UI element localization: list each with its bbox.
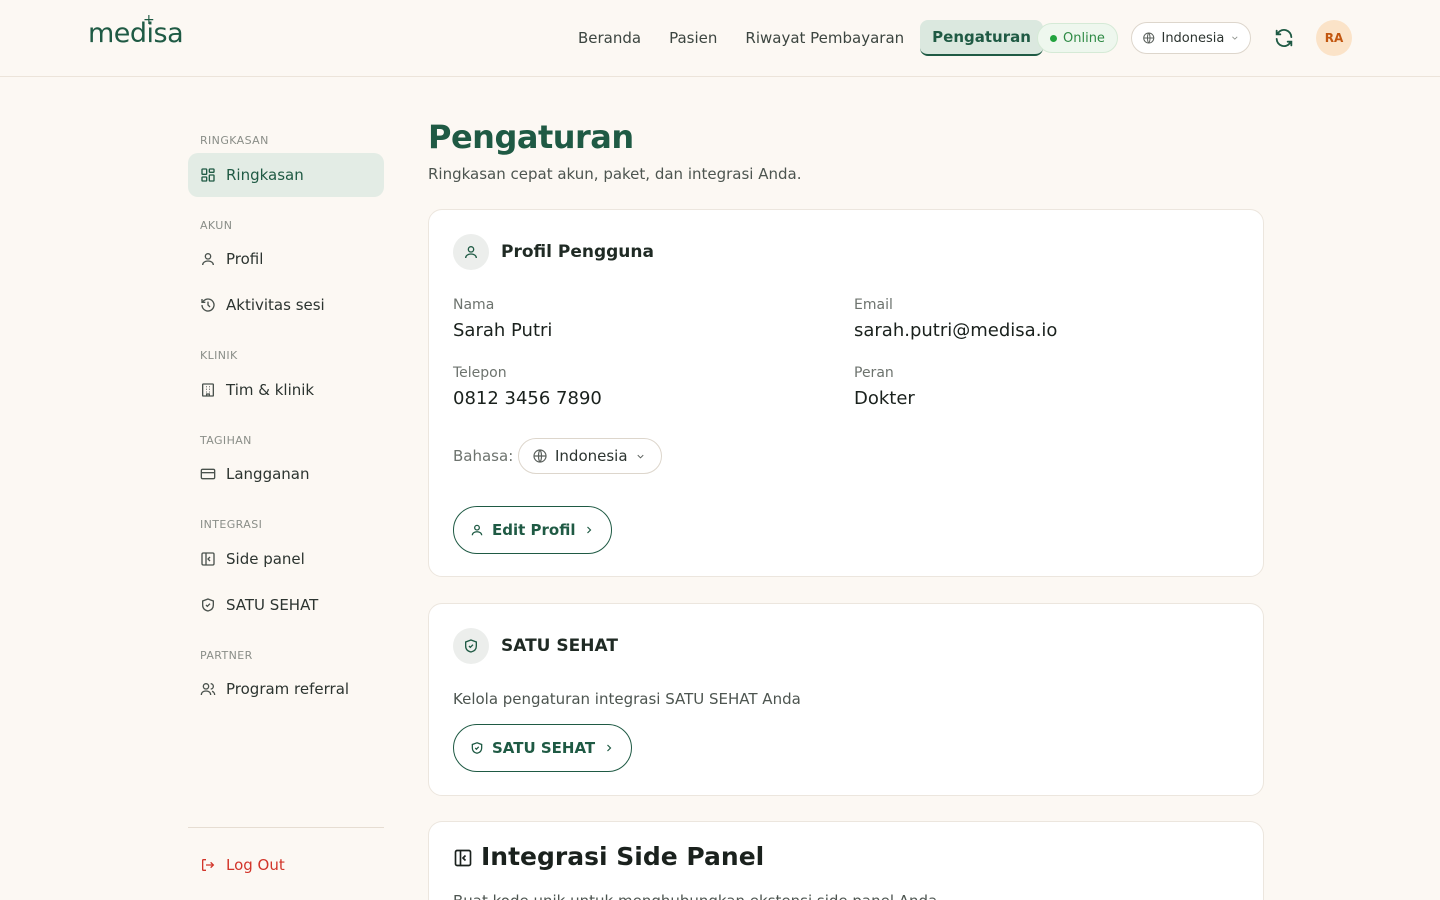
sidebar-item-label: Tim & klinik: [226, 381, 315, 399]
satu-sehat-button-label: SATU SEHAT: [492, 739, 596, 757]
profile-card-icon: [453, 234, 489, 270]
profile-card-title: Profil Pengguna: [501, 242, 654, 262]
chevron-down-icon: [636, 454, 644, 459]
sidebar-item-label: Side panel: [226, 550, 305, 568]
sidebar-item-aktivitas-sesi[interactable]: Aktivitas sesi: [188, 283, 384, 327]
logout-button[interactable]: Log Out: [188, 845, 384, 885]
sidebar-divider: [188, 827, 384, 828]
sidebar-section-ringkasan: RINGKASAN: [200, 134, 269, 147]
sidebar-item-satu-sehat[interactable]: SATU SEHAT: [188, 583, 384, 627]
phone-label: Telepon: [453, 365, 507, 381]
side-panel-card: Integrasi Side Panel Buat kode unik untu…: [428, 821, 1264, 900]
language-label: Bahasa:: [453, 447, 514, 465]
page-subtitle: Ringkasan cepat akun, paket, dan integra…: [428, 165, 802, 183]
header-language-value: Indonesia: [1161, 30, 1225, 46]
logout-icon: [202, 859, 215, 871]
page-title: Pengaturan: [428, 118, 634, 156]
building-icon: [202, 383, 214, 397]
sidebar-item-label: Profil: [226, 250, 264, 268]
satu-sehat-card-title: SATU SEHAT: [501, 636, 618, 656]
logout-label: Log Out: [226, 856, 285, 874]
shield-check-icon: [471, 742, 483, 754]
header-language-select[interactable]: Indonesia: [1131, 22, 1251, 54]
sidebar-section-klinik: KLINIK: [200, 349, 238, 362]
sidebar-item-langganan[interactable]: Langganan: [188, 452, 384, 496]
user-icon: [471, 524, 483, 536]
sidebar-item-label: Program referral: [226, 680, 350, 698]
name-value: Sarah Putri: [453, 320, 553, 341]
main-nav: Beranda Pasien Riwayat Pembayaran Pengat…: [566, 20, 1047, 56]
side-panel-icon: [201, 552, 215, 566]
nav-riwayat-pembayaran[interactable]: Riwayat Pembayaran: [733, 21, 916, 55]
role-value: Dokter: [854, 388, 915, 409]
sidebar-item-program-referral[interactable]: Program referral: [188, 667, 384, 711]
online-dot-icon: [1050, 34, 1057, 42]
edit-profile-button[interactable]: Edit Profil: [453, 506, 613, 554]
sidebar-section-partner: PARTNER: [200, 649, 253, 662]
sidebar-item-label: SATU SEHAT: [226, 596, 319, 614]
shield-check-icon: [202, 598, 214, 612]
chevron-down-icon: [1232, 36, 1238, 40]
sidebar-item-profil[interactable]: Profil: [188, 237, 384, 281]
user-icon: [202, 252, 214, 266]
sidebar-section-tagihan: TAGIHAN: [200, 434, 252, 447]
medisa-logo[interactable]: medisa +: [88, 12, 184, 49]
profile-language-value: Indonesia: [555, 447, 628, 465]
phone-value: 0812 3456 7890: [453, 388, 602, 409]
name-label: Nama: [453, 297, 495, 313]
edit-profile-label: Edit Profil: [492, 521, 576, 539]
online-status-badge: Online: [1037, 23, 1118, 53]
chevron-right-icon: [587, 526, 592, 534]
dashboard-icon: [201, 168, 215, 182]
user-icon: [465, 246, 477, 259]
shield-check-icon: [465, 639, 477, 653]
credit-card-icon: [200, 468, 216, 480]
sidebar-item-label: Ringkasan: [226, 166, 304, 184]
side-panel-card-title: Integrasi Side Panel: [481, 842, 765, 871]
sidebar-section-akun: AKUN: [200, 219, 233, 232]
satu-sehat-card: SATU SEHAT Kelola pengaturan integrasi S…: [428, 603, 1264, 796]
globe-icon: [533, 449, 547, 463]
online-status-label: Online: [1063, 30, 1105, 46]
nav-pasien[interactable]: Pasien: [657, 21, 729, 55]
email-value: sarah.putri@medisa.io: [854, 320, 1058, 341]
sidebar-item-label: Aktivitas sesi: [226, 296, 325, 314]
globe-icon: [1143, 32, 1155, 44]
chevron-right-icon: [607, 744, 612, 752]
satu-sehat-card-icon: [453, 628, 489, 664]
email-label: Email: [854, 297, 893, 313]
nav-pengaturan[interactable]: Pengaturan: [920, 20, 1043, 56]
role-label: Peran: [854, 365, 894, 381]
users-icon: [200, 683, 216, 696]
profile-language-select[interactable]: Indonesia: [518, 438, 662, 474]
refresh-icon[interactable]: [1273, 27, 1295, 49]
history-icon: [201, 298, 215, 312]
satu-sehat-button[interactable]: SATU SEHAT: [453, 724, 633, 772]
nav-beranda[interactable]: Beranda: [566, 21, 653, 55]
user-avatar[interactable]: RA: [1316, 20, 1352, 56]
top-bar: medisa + Beranda Pasien Riwayat Pembayar…: [0, 0, 1440, 77]
profile-card: Profil Pengguna Nama Sarah Putri Email s…: [428, 209, 1264, 577]
side-panel-description: Buat kode unik untuk menghubungkan ekste…: [453, 892, 942, 900]
sidebar-item-tim-klinik[interactable]: Tim & klinik: [188, 368, 384, 412]
logo-spark-icon: +: [143, 12, 155, 28]
sidebar-item-ringkasan[interactable]: Ringkasan: [188, 153, 384, 197]
sidebar-item-label: Langganan: [226, 465, 310, 483]
sidebar-item-side-panel[interactable]: Side panel: [188, 537, 384, 581]
side-panel-icon: [454, 849, 472, 867]
sidebar-section-integrasi: INTEGRASI: [200, 518, 263, 531]
satu-sehat-description: Kelola pengaturan integrasi SATU SEHAT A…: [453, 690, 801, 708]
